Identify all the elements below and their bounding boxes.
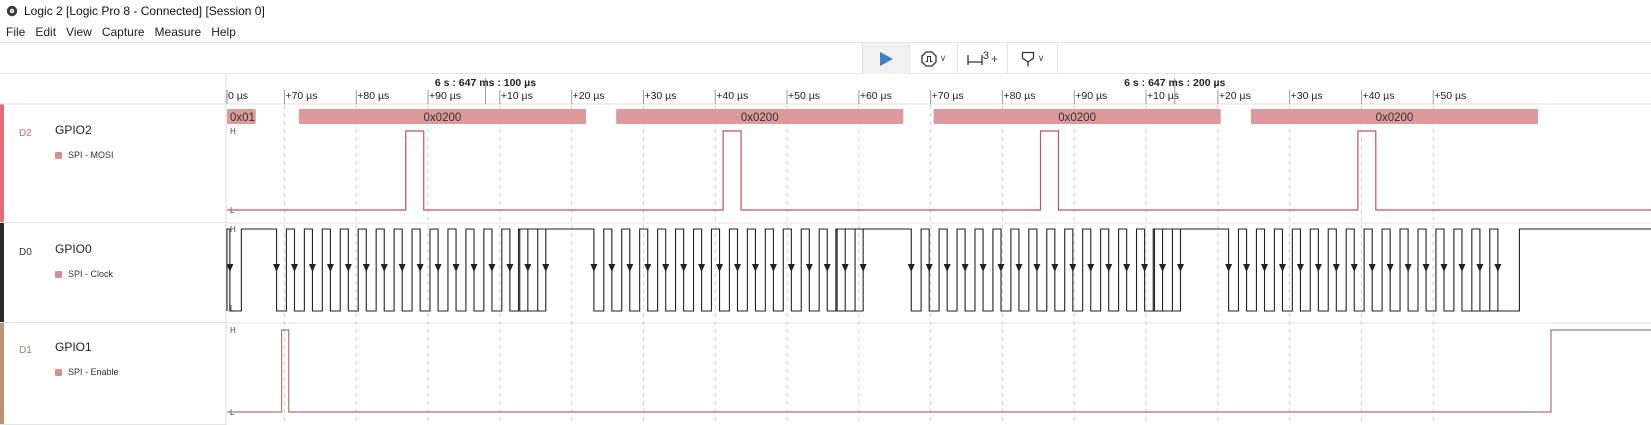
ruler-tick-label: +20 µs xyxy=(573,90,605,102)
level-low-label: L xyxy=(230,304,235,313)
falling-edge-marker xyxy=(961,264,969,272)
falling-edge-marker xyxy=(680,264,688,272)
waveform-view[interactable]: 0 µs +70 µs +80 µs +90 µs +10 µs +20 µs +30 µs… xyxy=(0,0,1651,425)
ruler-tick-label: +80 µs xyxy=(357,90,389,102)
falling-edge-marker xyxy=(1051,264,1059,272)
falling-edge-marker xyxy=(452,264,460,272)
falling-edge-marker xyxy=(362,264,370,272)
falling-edge-marker xyxy=(1386,264,1394,272)
falling-edge-marker xyxy=(308,264,316,272)
falling-edge-marker xyxy=(859,264,867,272)
falling-edge-marker xyxy=(1476,264,1484,272)
falling-edge-marker xyxy=(925,264,933,272)
falling-edge-marker xyxy=(733,264,741,272)
falling-edge-marker xyxy=(1261,264,1269,272)
mosi-waveform xyxy=(227,130,1651,211)
falling-edge-marker xyxy=(716,264,724,272)
falling-edge-marker xyxy=(1350,264,1358,272)
falling-edge-marker xyxy=(1332,264,1340,272)
falling-edge-marker xyxy=(644,264,652,272)
decoded-byte-value: 0x0200 xyxy=(424,112,462,124)
ruler-tick-label: +50 µs xyxy=(1434,90,1466,102)
falling-edge-marker xyxy=(1243,264,1251,272)
level-high-label: H xyxy=(230,127,236,136)
falling-edge-marker xyxy=(1177,264,1185,272)
falling-edge-marker xyxy=(997,264,1005,272)
ruler-tick-label: +70 µs xyxy=(932,90,964,102)
ruler-tick-label: +80 µs xyxy=(1003,90,1035,102)
ruler-tick-label: +50 µs xyxy=(788,90,820,102)
falling-edge-marker xyxy=(1105,264,1113,272)
falling-edge-marker xyxy=(488,264,496,272)
falling-edge-marker xyxy=(542,264,550,272)
ruler-tick-label: +90 µs xyxy=(1075,90,1107,102)
falling-edge-marker xyxy=(979,264,987,272)
ruler-tick-label: +30 µs xyxy=(1291,90,1323,102)
decoded-byte-value: 0x0200 xyxy=(1058,112,1096,124)
falling-edge-marker xyxy=(1087,264,1095,272)
ruler-tick-label: +60 µs xyxy=(860,90,892,102)
decoded-byte-value: 0x01 xyxy=(230,112,255,124)
clock-waveform xyxy=(226,228,1651,312)
ruler-tick-label: 0 µs xyxy=(228,90,248,102)
falling-edge-marker xyxy=(1368,264,1376,272)
enable-waveform xyxy=(227,329,1651,413)
falling-edge-marker xyxy=(1314,264,1322,272)
falling-edge-marker xyxy=(470,264,478,272)
falling-edge-marker xyxy=(698,264,706,272)
ruler-tick-label: +10 µs xyxy=(501,90,533,102)
falling-edge-marker xyxy=(1494,264,1502,272)
falling-edge-marker xyxy=(1422,264,1430,272)
falling-edge-marker xyxy=(506,264,514,272)
falling-edge-marker xyxy=(524,264,532,272)
ruler-anchor-label: 6 s : 647 ms : 200 µs xyxy=(1124,77,1225,89)
ruler-tick-label: +70 µs xyxy=(285,90,317,102)
ruler-anchor-label: 6 s : 647 ms : 100 µs xyxy=(435,77,536,89)
falling-edge-marker xyxy=(380,264,388,272)
falling-edge-marker xyxy=(1069,264,1077,272)
level-high-label: H xyxy=(230,225,236,234)
ruler-tick-label: +40 µs xyxy=(716,90,748,102)
falling-edge-marker xyxy=(1033,264,1041,272)
falling-edge-marker xyxy=(434,264,442,272)
falling-edge-marker xyxy=(823,264,831,272)
falling-edge-marker xyxy=(943,264,951,272)
ruler-tick-label: +40 µs xyxy=(1362,90,1394,102)
falling-edge-marker xyxy=(787,264,795,272)
falling-edge-marker xyxy=(1159,264,1167,272)
falling-edge-marker xyxy=(290,264,298,272)
falling-edge-marker xyxy=(1015,264,1023,272)
level-high-label: H xyxy=(230,326,236,335)
falling-edge-marker xyxy=(907,264,915,272)
falling-edge-marker xyxy=(805,264,813,272)
ruler-tick-label: +30 µs xyxy=(644,90,676,102)
falling-edge-marker xyxy=(1278,264,1286,272)
ruler-tick-label: +20 µs xyxy=(1219,90,1251,102)
falling-edge-marker xyxy=(1404,264,1412,272)
falling-edge-marker xyxy=(1123,264,1131,272)
falling-edge-marker xyxy=(751,264,759,272)
falling-edge-marker xyxy=(344,264,352,272)
falling-edge-marker xyxy=(1458,264,1466,272)
falling-edge-marker xyxy=(841,264,849,272)
ruler-tick-label: +90 µs xyxy=(429,90,461,102)
falling-edge-marker xyxy=(769,264,777,272)
falling-edge-marker xyxy=(273,264,281,272)
falling-edge-marker xyxy=(662,264,670,272)
falling-edge-marker xyxy=(1296,264,1304,272)
falling-edge-marker xyxy=(608,264,616,272)
falling-edge-marker xyxy=(326,264,334,272)
falling-edge-marker xyxy=(416,264,424,272)
falling-edge-marker xyxy=(590,264,598,272)
falling-edge-marker xyxy=(1225,264,1233,272)
falling-edge-marker xyxy=(1141,264,1149,272)
falling-edge-marker xyxy=(398,264,406,272)
decoded-byte-value: 0x0200 xyxy=(1376,112,1414,124)
falling-edge-marker xyxy=(1440,264,1448,272)
falling-edge-marker xyxy=(626,264,634,272)
decoded-byte-value: 0x0200 xyxy=(741,112,779,124)
